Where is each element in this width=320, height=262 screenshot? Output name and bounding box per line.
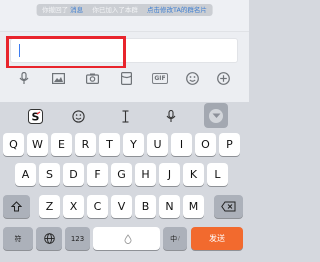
key-j[interactable]: J [159, 163, 180, 186]
key-c[interactable]: C [87, 195, 108, 218]
shift-key[interactable] [3, 195, 30, 218]
image-icon[interactable] [52, 72, 65, 85]
key-t[interactable]: T [99, 133, 120, 156]
key-b[interactable]: B [135, 195, 156, 218]
key-a[interactable]: A [15, 163, 36, 186]
key-y[interactable]: Y [123, 133, 144, 156]
toolbar-spacer [0, 89, 249, 102]
system-message-highlight[interactable]: 消息 [70, 6, 83, 14]
key-w[interactable]: W [27, 133, 48, 156]
chat-area: 你撤回了 消息 你已加入了本群 点击修改TA的群名片 [0, 0, 249, 31]
keyboard-microphone-icon[interactable] [165, 109, 177, 124]
system-message: 你撤回了 消息 你已加入了本群 点击修改TA的群名片 [36, 4, 213, 16]
key-v[interactable]: V [111, 195, 132, 218]
plus-icon[interactable] [217, 72, 230, 85]
emoji-icon[interactable] [186, 72, 199, 85]
key-g[interactable]: G [111, 163, 132, 186]
key-d[interactable]: D [63, 163, 84, 186]
globe-icon [43, 233, 55, 244]
numbers-key[interactable]: 123 [65, 227, 90, 250]
key-f[interactable]: F [87, 163, 108, 186]
key-r[interactable]: R [75, 133, 96, 156]
globe-key[interactable] [36, 227, 62, 250]
camera-icon[interactable] [86, 72, 99, 85]
system-message-middle: 你已加入了本群 [92, 6, 138, 14]
cursor-icon[interactable] [119, 109, 131, 124]
sogou-logo-icon[interactable]: S [27, 109, 43, 124]
shift-icon [11, 201, 22, 212]
red-packet-icon[interactable] [120, 72, 133, 85]
key-p[interactable]: P [219, 133, 240, 156]
key-o[interactable]: O [195, 133, 216, 156]
key-l[interactable]: L [207, 163, 228, 186]
hide-keyboard-button[interactable] [204, 103, 228, 128]
backspace-key[interactable] [214, 195, 243, 218]
symbols-key[interactable]: 符 [3, 227, 33, 250]
space-key[interactable] [93, 227, 160, 250]
key-i[interactable]: I [171, 133, 192, 156]
droplet-icon [123, 233, 132, 244]
key-m[interactable]: M [183, 195, 204, 218]
send-button[interactable]: 发送 [191, 227, 243, 250]
edit-card-link[interactable]: 点击修改TA的群名片 [147, 6, 207, 14]
chevron-down-icon [212, 113, 220, 118]
chat-toolbar: GIF [0, 68, 249, 89]
key-h[interactable]: H [135, 163, 156, 186]
key-e[interactable]: E [51, 133, 72, 156]
key-n[interactable]: N [159, 195, 180, 218]
emoji-smile-icon[interactable] [71, 109, 85, 124]
lang-label: 中 [170, 234, 178, 243]
microphone-icon[interactable] [17, 72, 30, 85]
key-u[interactable]: U [147, 133, 168, 156]
backspace-icon [221, 201, 236, 212]
key-k[interactable]: K [183, 163, 204, 186]
key-q[interactable]: Q [3, 133, 24, 156]
key-x[interactable]: X [63, 195, 84, 218]
gif-icon[interactable]: GIF [152, 72, 168, 85]
key-s[interactable]: S [39, 163, 60, 186]
lang-key[interactable]: 中 / [163, 227, 187, 250]
key-z[interactable]: Z [39, 195, 60, 218]
gear-icon [209, 108, 223, 123]
system-message-prefix: 你撤回了 [42, 6, 69, 14]
highlight-box [6, 36, 126, 69]
